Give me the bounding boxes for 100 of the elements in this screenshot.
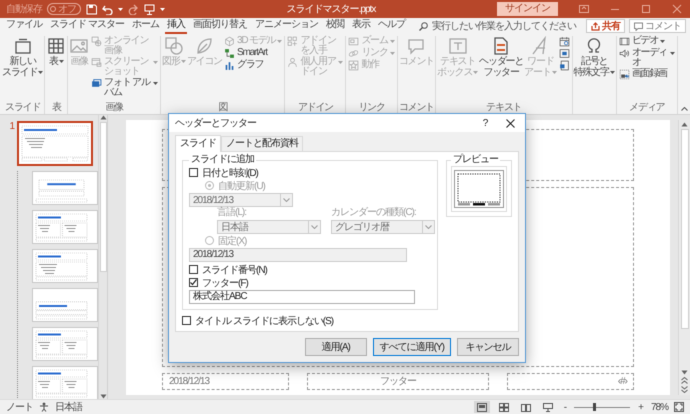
- dialog-button[interactable]: キャンセル: [457, 338, 519, 356]
- footer-text-field[interactable]: 2018/12/13: [162, 373, 289, 390]
- search-field[interactable]: 実行したい作業を入力してください: [418, 19, 576, 33]
- slide-number-icon: [558, 48, 570, 59]
- close-icon[interactable]: [506, 118, 514, 128]
- footer-text-field[interactable]: ‹#›: [507, 373, 634, 390]
- previous-slide-icon[interactable]: [681, 377, 688, 384]
- checkbox-label: 日付と時刻(D): [202, 166, 258, 180]
- star-icon: [348, 60, 360, 71]
- radio-label: 自動更新(U): [218, 180, 265, 192]
- sign-in-button[interactable]: サインイン: [497, 2, 558, 16]
- ribbon-button[interactable]: ヘッダーと フッター: [479, 36, 524, 78]
- ribbon-button[interactable]: オーディオ: [618, 48, 676, 68]
- slide-sorter-icon[interactable]: [498, 402, 509, 412]
- scroll-thumb[interactable]: [100, 122, 106, 272]
- slide-icon: [12, 36, 33, 56]
- checkbox[interactable]: [189, 265, 198, 274]
- slide-thumbnail[interactable]: [32, 288, 98, 322]
- ribbon-button[interactable]: [558, 48, 571, 59]
- caret-icon: [118, 8, 123, 10]
- comment-icon: [634, 22, 643, 30]
- window-icon: [91, 57, 102, 68]
- calendar-icon: [558, 36, 570, 47]
- fit-to-window-icon[interactable]: [674, 402, 684, 412]
- zoom-in-button[interactable]: +: [636, 402, 645, 412]
- present-icon[interactable]: [144, 4, 155, 14]
- group-label: 表: [50, 102, 62, 114]
- slide-number: 1: [8, 121, 14, 134]
- checkbox-label: スライド番号(N): [202, 264, 267, 276]
- ribbon-button[interactable]: [558, 36, 571, 47]
- caret-icon: [425, 225, 432, 229]
- ribbon-button[interactable]: 画面録画: [618, 69, 676, 80]
- dialog-button[interactable]: 適用(A): [304, 338, 367, 356]
- undo-icon[interactable]: [102, 4, 113, 14]
- comments-button[interactable]: コメント: [629, 19, 686, 33]
- next-slide-icon[interactable]: [681, 386, 688, 393]
- maximize-icon[interactable]: [641, 4, 651, 14]
- zoom-out-button[interactable]: -: [562, 402, 568, 412]
- ribbon-button[interactable]: フォト アルバム: [90, 78, 160, 98]
- ribbon-button[interactable]: [558, 60, 571, 71]
- picture-globe-icon: [91, 36, 102, 47]
- scroll-thumb[interactable]: [680, 129, 688, 329]
- menu-tab[interactable]: スライド マスター: [48, 18, 126, 34]
- slide-thumbnail[interactable]: [32, 366, 98, 399]
- caret-icon: [311, 225, 318, 229]
- speaker-icon: [618, 48, 630, 59]
- menu-tab[interactable]: 表示: [350, 18, 372, 34]
- slide-thumbnail[interactable]: [17, 121, 93, 166]
- ribbon-button[interactable]: 記号と 特殊文字: [574, 36, 615, 78]
- checkbox[interactable]: [189, 168, 198, 177]
- field-label: 言語(L):: [217, 207, 248, 219]
- slide-thumbnail[interactable]: [32, 249, 98, 283]
- footer-text-field[interactable]: フッター: [306, 373, 490, 390]
- menu-tab[interactable]: 画面切り替え: [190, 18, 249, 34]
- dialog-tab[interactable]: スライド: [175, 135, 221, 152]
- menu-tab[interactable]: ヘルプ: [376, 18, 407, 34]
- share-icon: [591, 22, 600, 30]
- footer-text-field[interactable]: 株式会社ABC: [189, 290, 415, 304]
- checkbox[interactable]: [182, 316, 191, 325]
- ribbon-button[interactable]: 表: [46, 36, 66, 67]
- book-icon[interactable]: [520, 402, 531, 412]
- share-button[interactable]: 共有: [586, 19, 625, 33]
- checkbox-label: フッター(F): [202, 276, 248, 290]
- menu-tab[interactable]: 校閲: [324, 18, 346, 34]
- scroll-up-icon[interactable]: [681, 122, 688, 127]
- save-icon[interactable]: [86, 4, 97, 14]
- collapse-icon[interactable]: [681, 107, 688, 111]
- slideshow-icon[interactable]: [542, 402, 553, 412]
- slide-thumbnail[interactable]: [32, 327, 98, 361]
- accessibility-icon[interactable]: [39, 402, 49, 412]
- scroll-down-icon[interactable]: [681, 370, 688, 375]
- ribbon-button[interactable]: 新しい スライド: [2, 36, 44, 78]
- group-box-label: スライドに追加: [190, 154, 255, 166]
- notes-label: ノート: [6, 401, 33, 414]
- slide-thumbnail[interactable]: [32, 210, 98, 244]
- preview-drawing: [454, 170, 504, 208]
- slider-thumb[interactable]: [593, 403, 596, 411]
- normal-view-icon[interactable]: [476, 402, 487, 412]
- dialog-button[interactable]: すべてに適用(Y): [372, 338, 451, 356]
- ribbon-button[interactable]: グラフ: [223, 60, 284, 71]
- search-icon: [418, 22, 428, 30]
- group-label: 図: [217, 102, 228, 114]
- group-label: 画像: [104, 102, 124, 114]
- ribbon-options-icon[interactable]: [579, 4, 589, 14]
- ribbon-button[interactable]: ビデオ: [618, 36, 676, 47]
- redo-icon[interactable]: [128, 4, 139, 14]
- menu-tab[interactable]: ホーム: [130, 18, 161, 34]
- link-icon: [348, 48, 360, 59]
- object-icon: [558, 60, 570, 71]
- group-label: コメント: [398, 102, 434, 114]
- radio-label: 固定(X): [218, 234, 246, 248]
- preview-label: プレビュー: [452, 154, 500, 166]
- help-button[interactable]: ?: [475, 114, 495, 132]
- ribbon-button[interactable]: SmartArt: [223, 48, 284, 59]
- autosave-label: 自動保存: [6, 3, 42, 16]
- checkbox[interactable]: [189, 278, 198, 287]
- menu-tab[interactable]: アニメーション: [252, 18, 320, 34]
- menu-tab[interactable]: ファイル: [4, 18, 44, 34]
- dialog-tab[interactable]: ノートと配布資料: [221, 136, 303, 151]
- slide-thumbnail[interactable]: [32, 171, 98, 205]
